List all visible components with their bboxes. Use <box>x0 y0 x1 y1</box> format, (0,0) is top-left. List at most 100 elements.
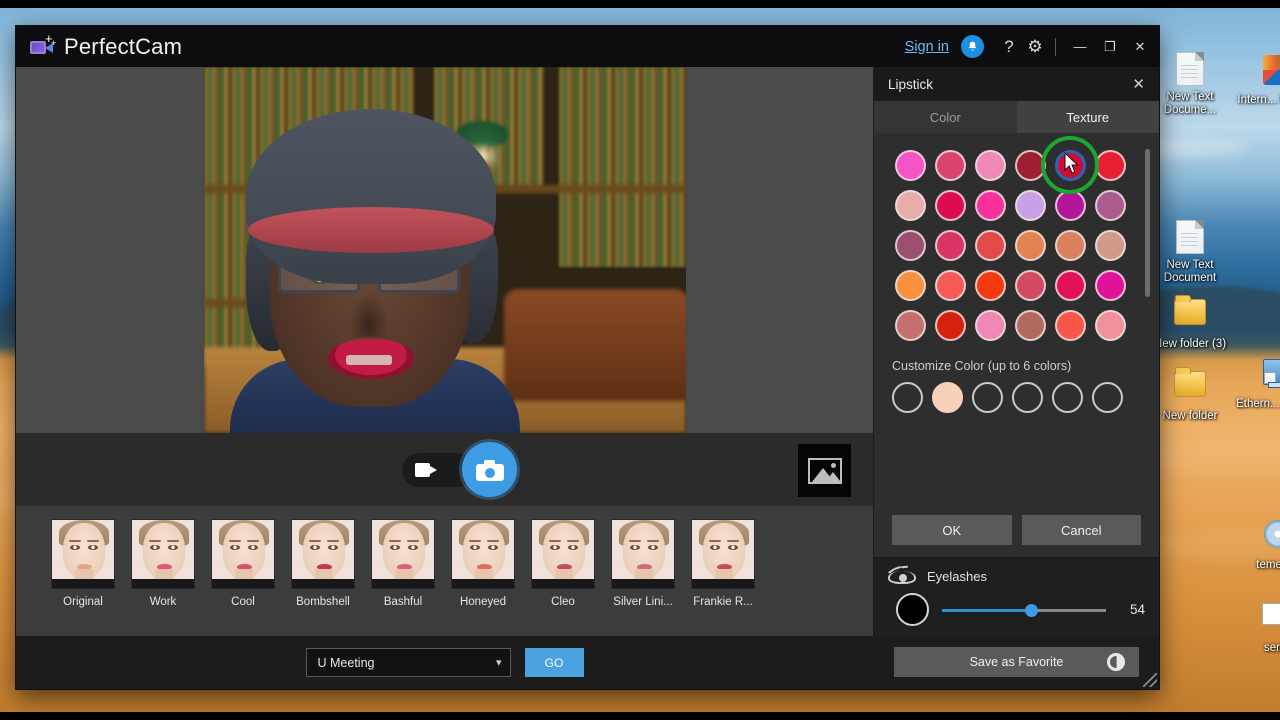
person-silhouette <box>224 103 524 433</box>
desktop-icon[interactable]: New Text Docume... <box>1147 52 1233 117</box>
customize-color-slot[interactable] <box>1092 382 1123 413</box>
eyelash-intensity-value: 54 <box>1119 602 1145 617</box>
eyelash-intensity-slider[interactable] <box>942 603 1106 617</box>
color-swatch-dot <box>1015 310 1046 341</box>
customize-color-slot[interactable] <box>932 382 963 413</box>
preset-item-bashful[interactable]: Bashful <box>371 519 435 608</box>
preset-item-original[interactable]: Original <box>51 519 115 608</box>
preset-thumbnail <box>131 519 195 589</box>
color-swatch[interactable] <box>1050 225 1090 265</box>
desktop-icon[interactable]: Intern... Down... <box>1235 52 1280 107</box>
go-button[interactable]: GO <box>525 648 584 677</box>
desktop-icon-label: Intern... Down... <box>1237 94 1280 106</box>
color-swatch[interactable] <box>970 305 1010 345</box>
color-swatch[interactable] <box>1010 305 1050 345</box>
color-swatch[interactable] <box>1010 145 1050 185</box>
color-swatch[interactable] <box>970 265 1010 305</box>
tab-texture[interactable]: Texture <box>1017 101 1160 133</box>
color-swatch[interactable] <box>930 265 970 305</box>
color-swatch[interactable] <box>930 145 970 185</box>
color-swatch[interactable] <box>890 145 930 185</box>
eyelash-color-swatch[interactable] <box>896 593 929 626</box>
color-swatch-dot <box>1055 230 1086 261</box>
color-swatch[interactable] <box>1010 185 1050 225</box>
color-swatch[interactable] <box>1050 145 1090 185</box>
desktop-icon-label: New folder (3) <box>1154 338 1226 350</box>
preset-item-bombshell[interactable]: Bombshell <box>291 519 355 608</box>
color-swatch[interactable] <box>1090 265 1130 305</box>
gear-icon[interactable]: ⚙ <box>1022 37 1048 57</box>
color-swatch[interactable] <box>1090 145 1130 185</box>
color-swatch-dot <box>1015 270 1046 301</box>
preset-item-work[interactable]: Work <box>131 519 195 608</box>
color-swatch-area <box>874 133 1159 345</box>
color-swatch[interactable] <box>890 265 930 305</box>
sign-in-link[interactable]: Sign in <box>905 39 949 55</box>
help-question-icon[interactable]: ? <box>996 37 1022 57</box>
color-swatch[interactable] <box>1050 185 1090 225</box>
color-swatch-dot <box>1055 150 1086 181</box>
save-as-favorite-button[interactable]: Save as Favorite <box>894 647 1139 677</box>
color-swatch[interactable] <box>890 225 930 265</box>
meeting-app-value: U Meeting <box>318 656 496 670</box>
preset-item-cleo[interactable]: Cleo <box>531 519 595 608</box>
desktop-icon[interactable]: New folder <box>1147 366 1233 423</box>
color-swatch[interactable] <box>1050 265 1090 305</box>
color-swatch[interactable] <box>1010 225 1050 265</box>
color-swatch[interactable] <box>1090 305 1130 345</box>
minimize-icon[interactable]: — <box>1065 33 1095 61</box>
color-swatch-dot <box>975 190 1006 221</box>
color-swatch[interactable] <box>970 225 1010 265</box>
color-swatch-dot <box>1055 190 1086 221</box>
preset-item-honeyed[interactable]: Honeyed <box>451 519 515 608</box>
color-swatch-dot <box>975 150 1006 181</box>
preset-thumbnail <box>451 519 515 589</box>
close-icon[interactable]: ✕ <box>1125 33 1155 61</box>
customize-color-slot[interactable] <box>892 382 923 413</box>
desktop-icon[interactable]: seri... <box>1235 596 1280 655</box>
desktop-icon-label: New Text Docume... <box>1164 91 1216 116</box>
camera-shutter-button[interactable] <box>462 442 517 497</box>
color-swatch[interactable] <box>970 185 1010 225</box>
ok-button[interactable]: OK <box>892 515 1012 545</box>
vertical-scrollbar[interactable] <box>1145 149 1150 297</box>
customize-color-label: Customize Color (up to 6 colors) <box>892 359 1159 373</box>
preset-item-frankie-r[interactable]: Frankie R... <box>691 519 755 608</box>
preset-item-silver-lining[interactable]: Silver Lini... <box>611 519 675 608</box>
eyelashes-section: Eyelashes 54 <box>874 557 1159 638</box>
notification-bell-icon[interactable] <box>961 35 984 58</box>
color-swatch[interactable] <box>970 145 1010 185</box>
tab-color[interactable]: Color <box>874 101 1017 133</box>
preset-item-cool[interactable]: Cool <box>211 519 275 608</box>
color-swatch[interactable] <box>890 305 930 345</box>
maximize-icon[interactable]: ❐ <box>1095 33 1125 61</box>
preset-thumbnail <box>531 519 595 589</box>
color-swatch[interactable] <box>930 225 970 265</box>
color-swatch[interactable] <box>930 185 970 225</box>
color-swatch[interactable] <box>1090 225 1130 265</box>
resize-grip-icon[interactable] <box>1143 673 1157 687</box>
image-gallery-icon[interactable] <box>798 444 851 497</box>
desktop-icon[interactable]: New folder (3) <box>1147 294 1233 351</box>
idm-icon <box>1261 55 1280 91</box>
customize-color-slots <box>892 382 1159 413</box>
desktop-icon[interactable]: New Text Document <box>1147 220 1233 285</box>
desktop-icon[interactable]: Ethern... Short... <box>1235 354 1280 411</box>
cancel-button[interactable]: Cancel <box>1022 515 1142 545</box>
color-swatch-dot <box>1055 270 1086 301</box>
desktop-icon[interactable]: temeD... <box>1235 516 1280 572</box>
customize-color-slot[interactable] <box>1052 382 1083 413</box>
eyelashes-label: Eyelashes <box>927 569 987 584</box>
color-swatch-dot <box>975 310 1006 341</box>
color-swatch[interactable] <box>930 305 970 345</box>
color-swatch[interactable] <box>890 185 930 225</box>
color-swatch[interactable] <box>1090 185 1130 225</box>
preset-thumbnail <box>51 519 115 589</box>
meeting-app-dropdown[interactable]: U Meeting ▾ <box>306 648 511 677</box>
customize-color-slot[interactable] <box>972 382 1003 413</box>
beanie-hat <box>246 109 496 284</box>
color-swatch[interactable] <box>1050 305 1090 345</box>
customize-color-slot[interactable] <box>1012 382 1043 413</box>
color-swatch[interactable] <box>1010 265 1050 305</box>
close-icon[interactable]: ✕ <box>1128 75 1149 93</box>
